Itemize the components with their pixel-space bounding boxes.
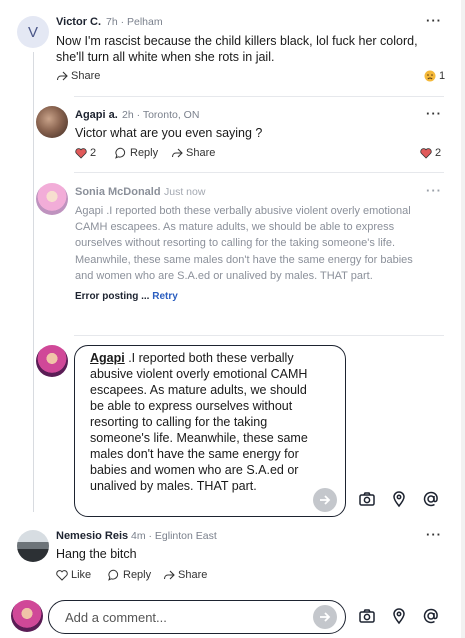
avatar-current-user — [36, 345, 68, 377]
share-button[interactable]: Share — [171, 147, 215, 159]
avatar-agapi[interactable] — [36, 106, 68, 138]
comment-text-victor: Now I'm rascist because the child killer… — [56, 34, 418, 64]
comment-meta-nemesio: 4m · Eglinton East — [131, 530, 217, 542]
share-icon — [56, 71, 68, 81]
share-label: Share — [186, 147, 216, 159]
location-button[interactable] — [389, 489, 409, 509]
reaction-summary[interactable]: 1 — [424, 70, 445, 82]
sad-emoji-icon — [424, 70, 436, 82]
like-label: Like — [71, 569, 92, 581]
divider — [74, 96, 444, 97]
reply-button[interactable]: Reply — [108, 569, 151, 581]
send-button[interactable] — [313, 488, 337, 512]
location-pin-icon — [393, 608, 405, 625]
reply-composer-body: .I reported both these verbally abusive … — [90, 351, 308, 493]
reaction-count: 2 — [435, 147, 442, 159]
divider — [74, 172, 444, 173]
avatar-victor[interactable]: V — [17, 16, 49, 48]
comment-text-agapi: Victor what are you even saying ? — [75, 126, 263, 140]
location-button[interactable] — [389, 606, 409, 626]
retry-button[interactable]: Retry — [152, 291, 178, 302]
chat-bubble-icon — [108, 569, 119, 581]
location-pin-icon — [393, 491, 405, 508]
avatar-current-user — [11, 600, 43, 632]
mention-button[interactable] — [421, 606, 441, 626]
mention-agapi[interactable]: Agapi — [90, 351, 125, 365]
comment-author-victor[interactable]: Victor C. — [56, 16, 101, 28]
like-button[interactable]: Like — [56, 569, 91, 581]
comment-meta-sonia: Just now — [164, 186, 206, 198]
comment-input-placeholder[interactable]: Add a comment... — [65, 610, 167, 625]
divider — [74, 335, 444, 336]
camera-icon — [359, 609, 375, 623]
more-options-button[interactable]: ··· — [426, 527, 442, 542]
reply-label: Reply — [130, 147, 159, 159]
share-label: Share — [71, 70, 101, 82]
reply-composer-text[interactable]: Agapi .I reported both these verbally ab… — [90, 350, 320, 494]
scrollbar[interactable] — [461, 0, 465, 638]
mention-button[interactable] — [421, 489, 441, 509]
reaction-count: 1 — [439, 70, 446, 82]
at-sign-icon — [423, 491, 438, 507]
comment-author-sonia[interactable]: Sonia McDonald — [75, 186, 161, 198]
share-button[interactable]: Share — [56, 70, 100, 82]
comment-meta-agapi: 2h · Toronto, ON — [122, 109, 200, 121]
more-options-button[interactable]: ··· — [426, 183, 442, 198]
comment-meta-victor: 7h · Pelham — [106, 16, 163, 28]
avatar-nemesio[interactable] — [17, 530, 49, 562]
error-status: Error posting ... Retry — [75, 291, 178, 302]
like-button[interactable]: 2 — [75, 147, 96, 159]
heart-icon — [420, 148, 432, 159]
share-icon — [163, 570, 175, 580]
comment-author-agapi[interactable]: Agapi a. — [75, 109, 118, 121]
camera-button[interactable] — [357, 489, 377, 509]
avatar-sonia[interactable] — [36, 183, 68, 215]
reaction-summary[interactable]: 2 — [420, 147, 441, 159]
arrow-right-icon — [320, 612, 331, 622]
share-button[interactable]: Share — [163, 569, 207, 581]
comment-author-nemesio[interactable]: Nemesio Reis — [56, 530, 128, 542]
like-count: 2 — [90, 147, 97, 159]
avatar-letter: V — [27, 23, 38, 41]
comment-text-nemesio: Hang the bitch — [56, 547, 137, 561]
reply-label: Reply — [123, 569, 152, 581]
more-options-button[interactable]: ··· — [426, 106, 442, 121]
thread-line — [33, 52, 34, 512]
share-label: Share — [178, 569, 208, 581]
error-label: Error posting ... — [75, 291, 153, 302]
camera-button[interactable] — [357, 606, 377, 626]
at-sign-icon — [423, 608, 438, 624]
share-icon — [171, 148, 183, 158]
chat-bubble-icon — [115, 147, 126, 159]
send-button[interactable] — [313, 605, 337, 629]
more-options-button[interactable]: ··· — [426, 13, 442, 28]
heart-icon — [75, 148, 87, 159]
comment-text-sonia: Agapi .I reported both these verbally ab… — [75, 205, 413, 282]
heart-outline-icon — [56, 570, 68, 581]
arrow-right-icon — [320, 495, 331, 505]
reply-button[interactable]: Reply — [115, 147, 158, 159]
camera-icon — [359, 492, 375, 506]
